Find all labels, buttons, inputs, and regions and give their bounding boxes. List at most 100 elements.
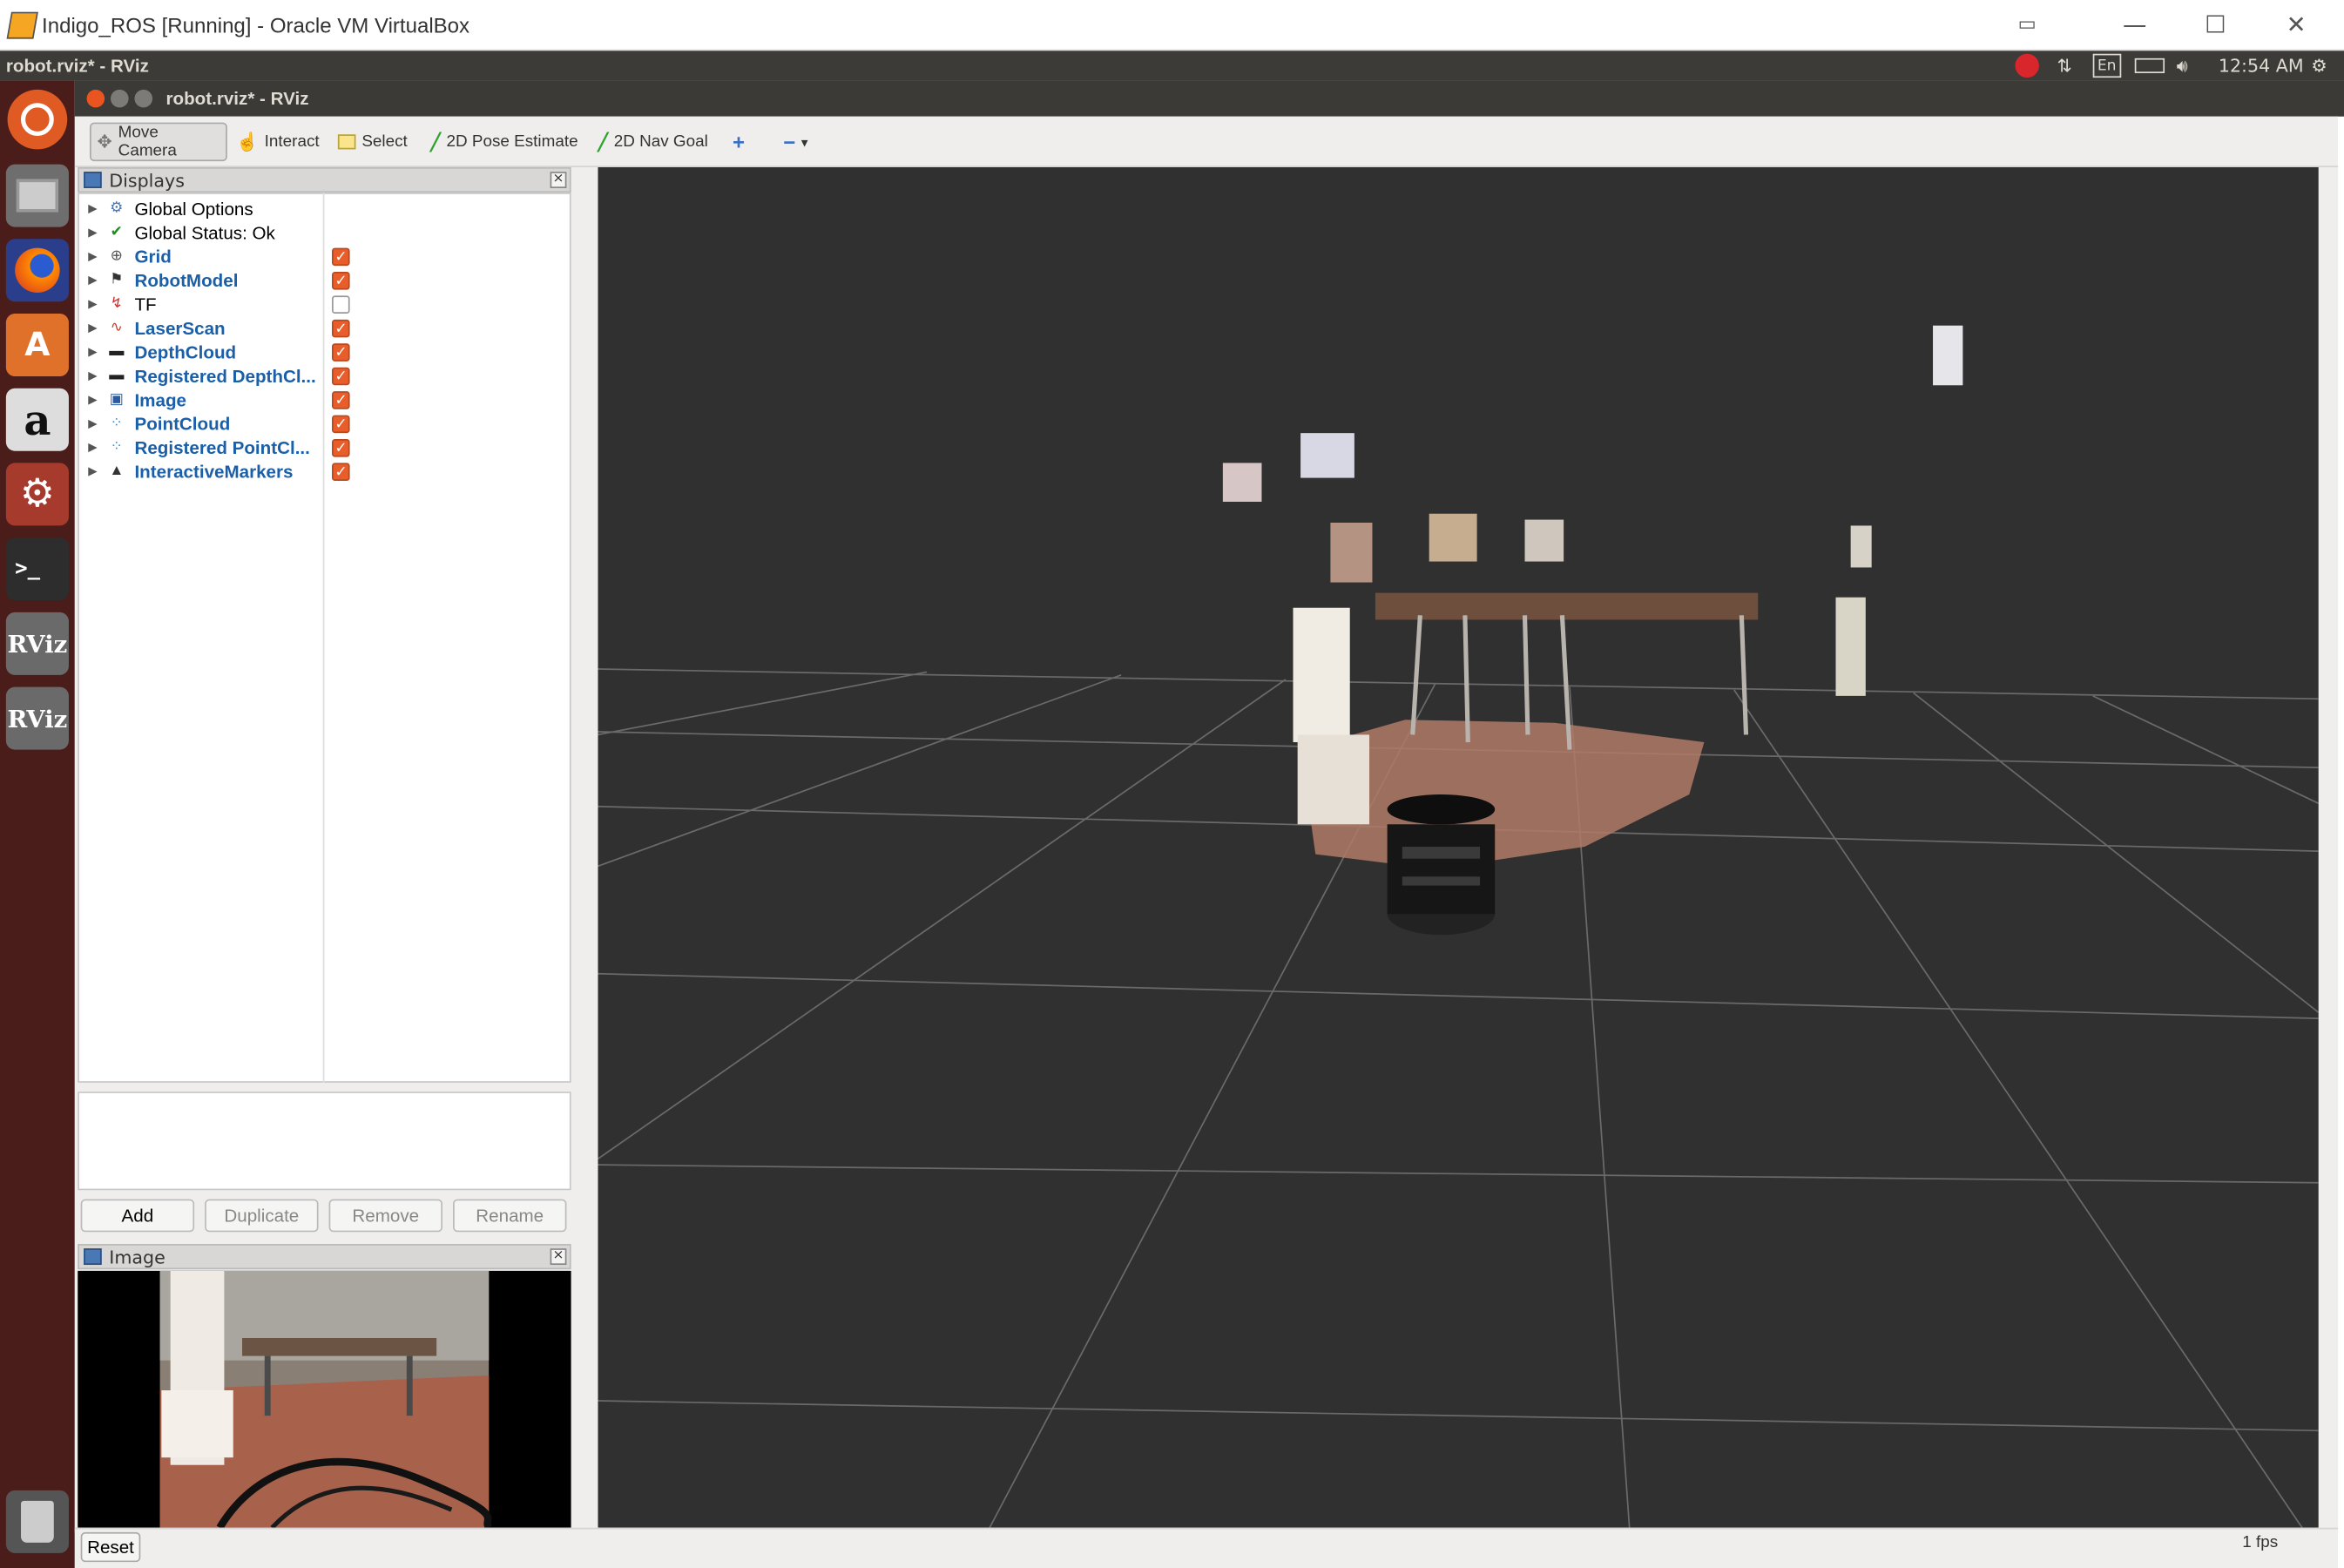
files-icon[interactable]: [5, 164, 69, 227]
select-label: Select: [361, 132, 408, 152]
host-window-title: Indigo_ROS [Running] - Oracle VM Virtual…: [42, 13, 470, 37]
display-type-icon: ↯: [110, 295, 124, 313]
reset-button[interactable]: Reset: [80, 1531, 141, 1563]
expand-arrow-icon[interactable]: ▶: [88, 412, 98, 436]
ubuntu-dash-icon[interactable]: [7, 89, 68, 150]
display-item-label: Global Status: Ok: [134, 222, 275, 244]
point-cloud: [1222, 325, 1963, 869]
battery-icon[interactable]: [2134, 57, 2165, 74]
system-gear-icon[interactable]: ⚙: [2311, 54, 2327, 78]
duplicate-button[interactable]: Duplicate: [205, 1199, 319, 1233]
right-panel-collapsed[interactable]: [2318, 167, 2339, 1528]
display-type-icon: ⁘: [110, 415, 124, 432]
select-box-icon: [337, 134, 356, 150]
nav-goal-tool[interactable]: ╱ 2D Nav Goal: [592, 123, 714, 162]
add-tool-plus-icon[interactable]: +: [726, 123, 751, 162]
expand-arrow-icon[interactable]: ▶: [88, 293, 98, 316]
display-item-label: Registered DepthCl...: [134, 366, 316, 388]
interact-tool[interactable]: ☝ Interact: [230, 123, 325, 162]
display-item-label: PointCloud: [134, 413, 231, 435]
tree-column-divider[interactable]: [322, 193, 325, 1083]
system-settings-icon[interactable]: ⚙: [5, 463, 69, 526]
expand-arrow-icon[interactable]: ▶: [88, 460, 98, 483]
expand-arrow-icon[interactable]: ▶: [88, 197, 98, 220]
expand-arrow-icon[interactable]: ▶: [88, 389, 98, 412]
close-image-panel-icon[interactable]: ×: [550, 1248, 567, 1266]
display-item-label: Global Options: [134, 199, 253, 220]
move-camera-tool[interactable]: ✥ Move Camera: [89, 122, 227, 162]
rviz-minimize-button[interactable]: [110, 89, 129, 108]
keyboard-layout-indicator[interactable]: En: [2092, 53, 2121, 78]
select-tool[interactable]: Select: [332, 123, 414, 162]
close-button[interactable]: ✕: [2278, 9, 2314, 42]
display-enable-checkbox[interactable]: [331, 270, 350, 294]
close-panel-icon[interactable]: ×: [550, 172, 567, 189]
expand-arrow-icon[interactable]: ▶: [88, 269, 98, 293]
expand-arrow-icon[interactable]: ▶: [88, 221, 98, 245]
3d-render-viewport[interactable]: [598, 167, 2319, 1528]
display-type-icon: ▬: [109, 343, 125, 361]
display-description-box: [78, 1092, 571, 1191]
display-type-icon: ⁘: [110, 439, 124, 456]
display-enable-checkbox[interactable]: [331, 437, 350, 462]
rename-button[interactable]: Rename: [453, 1199, 567, 1233]
network-updown-icon[interactable]: ⇅: [2057, 54, 2071, 78]
unity-launcher: A a ⚙ >_ RViz RViz: [0, 80, 75, 1568]
display-type-icon: ✔: [110, 224, 124, 241]
nav-goal-label: 2D Nav Goal: [613, 132, 708, 152]
rviz-launcher-icon[interactable]: RViz: [5, 612, 69, 675]
display-item-label: DepthCloud: [134, 341, 237, 363]
rviz-maximize-button[interactable]: [134, 89, 153, 108]
volume-icon[interactable]: 🔊︎: [2177, 54, 2188, 78]
display-enable-checkbox[interactable]: [331, 247, 350, 270]
remove-tool-minus-icon[interactable]: − ▾: [777, 123, 814, 162]
nav-goal-arrow-icon: ╱: [598, 133, 608, 152]
image-panel-header: Image ×: [78, 1244, 571, 1270]
expand-arrow-icon[interactable]: ▶: [88, 436, 98, 460]
software-center-icon[interactable]: A: [5, 314, 69, 377]
scale-mode-icon[interactable]: ▭: [2010, 9, 2045, 42]
minimize-button[interactable]: —: [2117, 9, 2152, 42]
rviz-close-button[interactable]: [86, 89, 105, 108]
error-indicator-icon[interactable]: [2015, 53, 2039, 78]
remove-button[interactable]: Remove: [328, 1199, 442, 1233]
amazon-icon[interactable]: a: [5, 388, 69, 451]
display-enable-checkbox[interactable]: [331, 414, 350, 437]
expand-arrow-icon[interactable]: ▶: [88, 364, 98, 388]
virtualbox-logo-icon: [6, 11, 38, 39]
display-enable-checkbox[interactable]: [331, 295, 350, 314]
display-item-label: Registered PointCl...: [134, 437, 310, 459]
expand-arrow-icon[interactable]: ▶: [88, 245, 98, 268]
rviz-title-bar: robot.rviz* - RViz: [74, 80, 2344, 117]
host-title-bar: Indigo_ROS [Running] - Oracle VM Virtual…: [0, 0, 2344, 51]
maximize-button[interactable]: ☐: [2198, 9, 2233, 42]
display-item-label: Grid: [134, 246, 172, 267]
expand-arrow-icon[interactable]: ▶: [88, 316, 98, 340]
terminal-icon[interactable]: >_: [5, 537, 69, 601]
display-item-label: TF: [134, 294, 157, 315]
display-type-icon: ⊕: [110, 247, 124, 265]
camera-image: [159, 1270, 493, 1528]
display-type-icon: ▬: [109, 367, 125, 384]
display-type-icon: ▣: [109, 391, 124, 409]
grid-scene: [598, 325, 2319, 1528]
rviz-launcher-icon-2[interactable]: RViz: [5, 686, 69, 750]
display-item-label: Image: [134, 389, 186, 411]
pose-estimate-label: 2D Pose Estimate: [446, 132, 578, 152]
pose-estimate-tool[interactable]: ╱ 2D Pose Estimate: [424, 123, 584, 162]
green-arrow-icon: ╱: [430, 133, 441, 152]
monitor-icon: [84, 172, 102, 189]
display-enable-checkbox[interactable]: [331, 389, 350, 414]
interact-label: Interact: [264, 132, 320, 152]
display-enable-checkbox[interactable]: [331, 366, 350, 389]
status-bar: [74, 1527, 2339, 1568]
rviz-window-title: robot.rviz* - RViz: [165, 88, 309, 110]
firefox-icon[interactable]: [5, 239, 69, 302]
trash-icon[interactable]: [5, 1490, 69, 1553]
display-enable-checkbox[interactable]: [331, 462, 350, 485]
display-enable-checkbox[interactable]: [331, 318, 350, 342]
expand-arrow-icon[interactable]: ▶: [88, 341, 98, 364]
add-button[interactable]: Add: [80, 1199, 195, 1233]
display-enable-checkbox[interactable]: [331, 342, 350, 366]
clock[interactable]: 12:54 AM: [2219, 54, 2304, 78]
